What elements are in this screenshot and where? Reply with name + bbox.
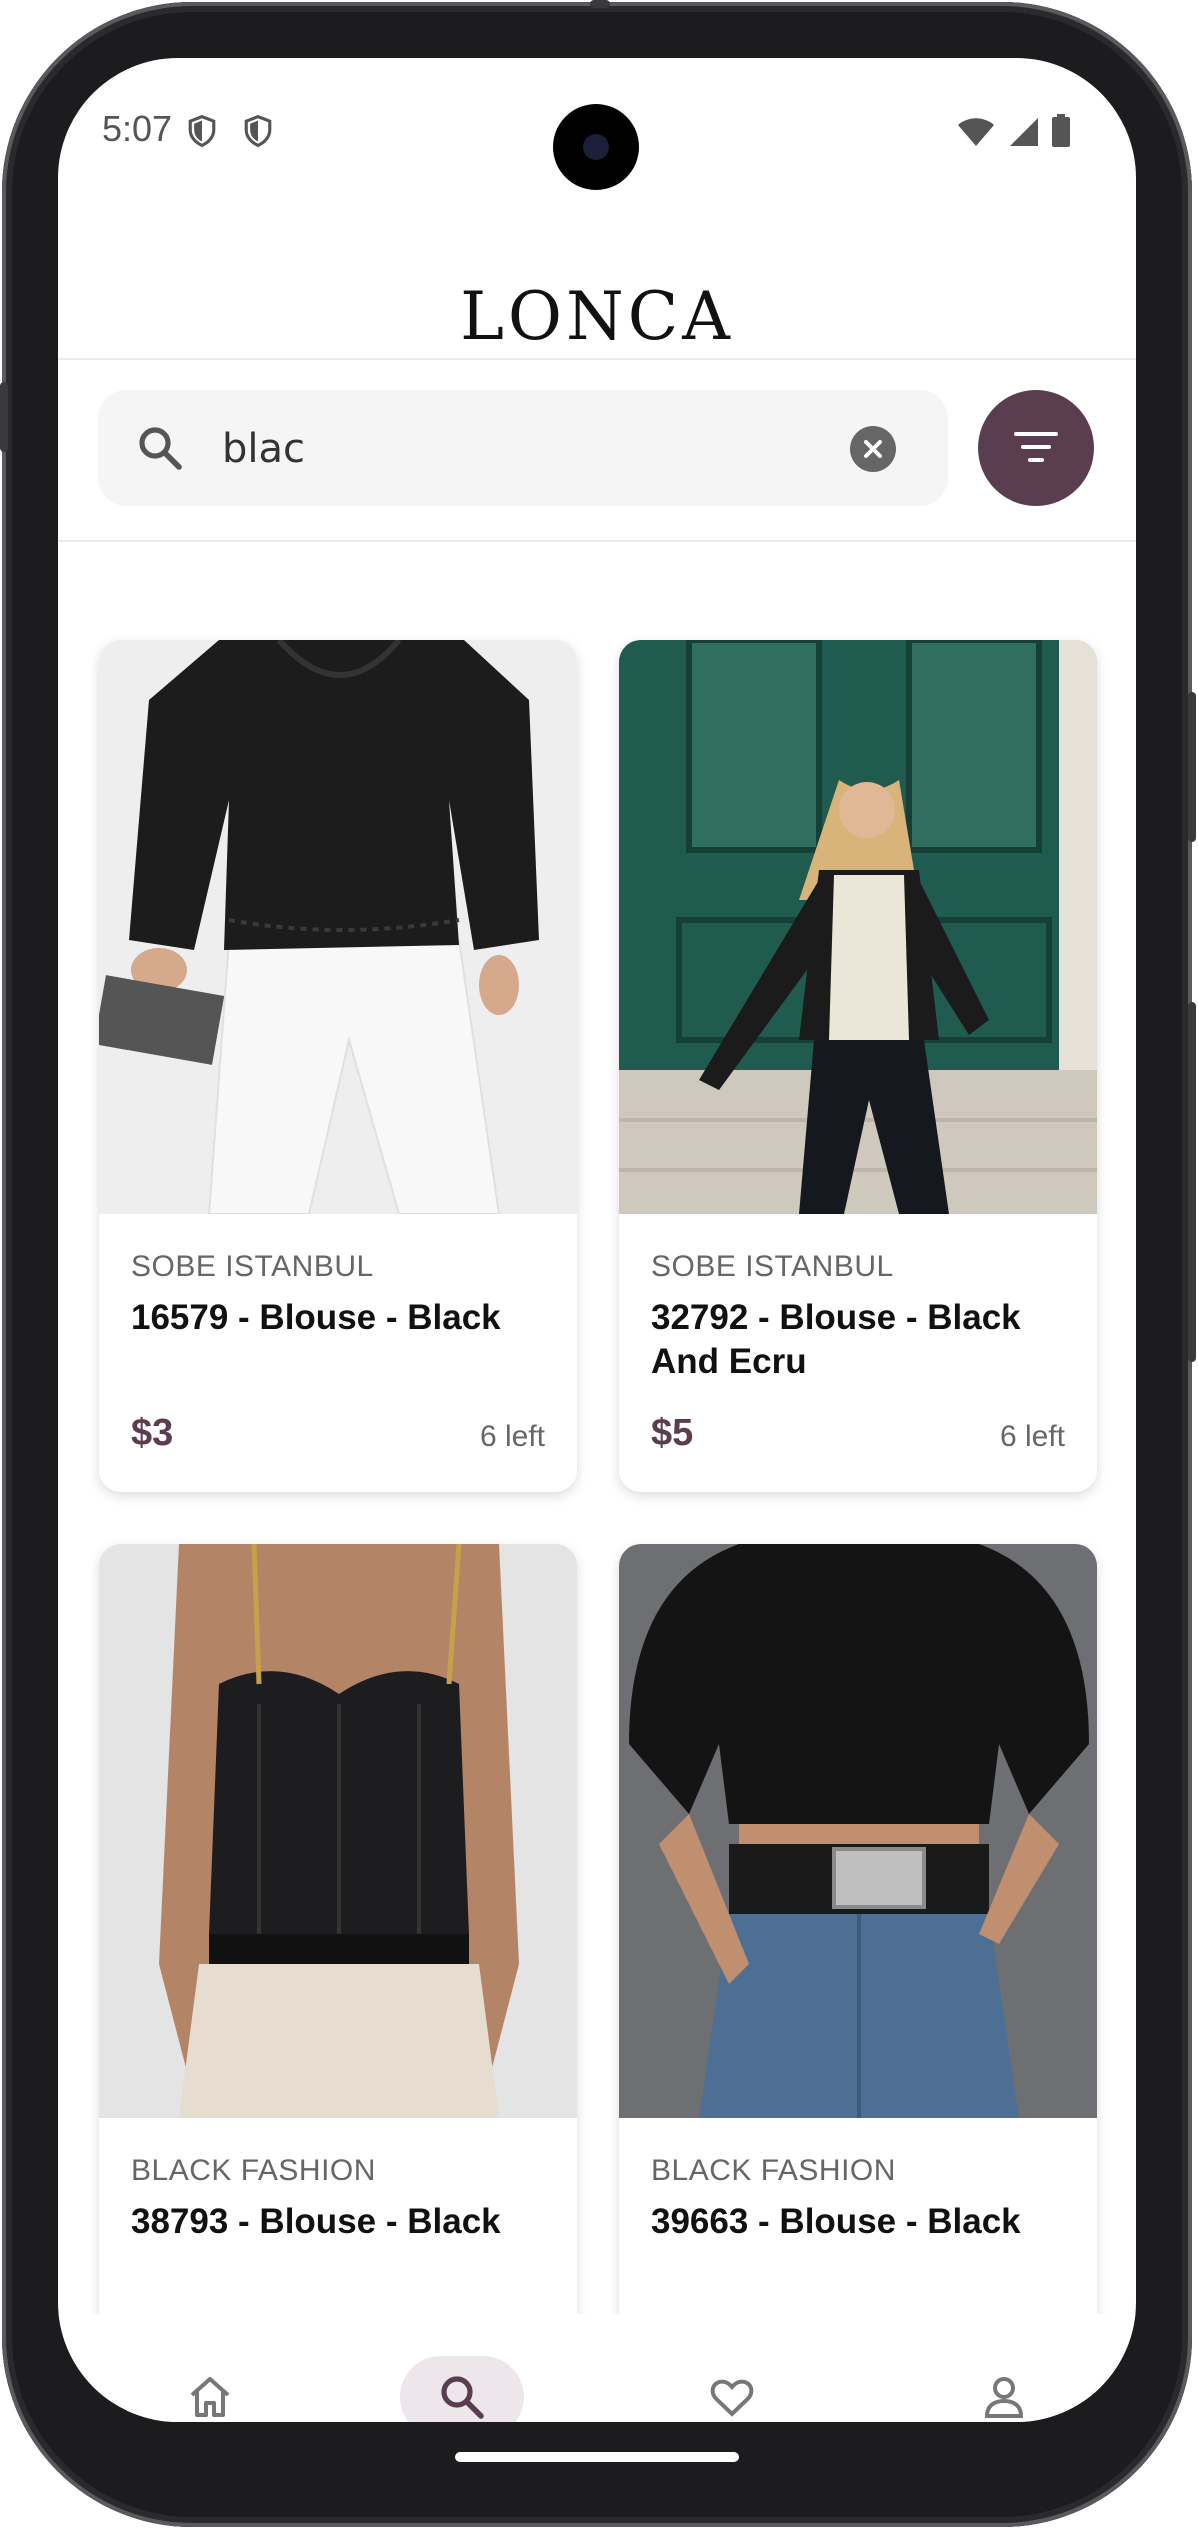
- brand-logo: LONCA: [460, 278, 734, 355]
- volume-button: [1188, 692, 1196, 842]
- product-grid: SOBE ISTANBUL 16579 - Blouse - Black $3 …: [58, 542, 1136, 2314]
- product-title: 39663 - Blouse - Black: [651, 2202, 1021, 2241]
- wifi-icon: [958, 118, 994, 146]
- shield-icon: [188, 114, 216, 148]
- profile-icon: [984, 2377, 1024, 2418]
- product-price: $3: [131, 1412, 174, 1454]
- search-bar-row: blac: [58, 360, 1136, 542]
- status-time: 5:07: [102, 108, 173, 149]
- search-query[interactable]: blac: [222, 426, 305, 472]
- product-image: [619, 1544, 1097, 2118]
- search-input[interactable]: blac: [98, 390, 948, 506]
- product-card[interactable]: SOBE ISTANBUL 16579 - Blouse - Black $3 …: [99, 640, 577, 1492]
- heart-icon: [710, 2379, 754, 2417]
- product-image: [619, 640, 1097, 1214]
- battery-icon: [1052, 114, 1070, 147]
- product-brand: SOBE ISTANBUL: [131, 1250, 374, 1283]
- status-bar: 5:07: [58, 58, 1136, 208]
- nav-profile[interactable]: [942, 2356, 1066, 2422]
- search-icon: [139, 427, 182, 470]
- bottom-navigation: [58, 2314, 1136, 2422]
- nav-home[interactable]: [148, 2356, 272, 2422]
- product-title: 32792 - Blouse - Black And Ecru: [651, 1298, 1021, 1381]
- top-button: [590, 0, 610, 8]
- left-button: [0, 382, 8, 452]
- product-title: 16579 - Blouse - Black: [131, 1298, 501, 1337]
- power-button: [1188, 1002, 1196, 1362]
- home-indicator[interactable]: [455, 2452, 739, 2462]
- product-image: [99, 640, 577, 1214]
- front-camera: [553, 104, 639, 190]
- product-stock: 6 left: [999, 1420, 1065, 1453]
- shield-icon: [244, 114, 272, 148]
- clear-search-button[interactable]: [850, 426, 896, 472]
- product-brand: BLACK FASHION: [651, 2154, 896, 2187]
- product-title: 38793 - Blouse - Black: [131, 2202, 501, 2241]
- nav-search[interactable]: [400, 2356, 524, 2422]
- product-card[interactable]: BLACK FASHION 38793 - Blouse - Black: [99, 1544, 577, 2314]
- close-icon: [864, 440, 882, 458]
- signal-icon: [1010, 118, 1038, 146]
- product-card[interactable]: BLACK FASHION 39663 - Blouse - Black: [619, 1544, 1097, 2314]
- filter-button[interactable]: [978, 390, 1094, 506]
- product-price: $5: [651, 1412, 694, 1454]
- app-screen: 5:07 LONCA blac SOBE ISTANBUL 16579 - Bl…: [58, 58, 1136, 2422]
- phone-frame: 5:07 LONCA blac SOBE ISTANBUL 16579 - Bl…: [0, 0, 1196, 2527]
- product-brand: SOBE ISTANBUL: [651, 1250, 894, 1283]
- product-brand: BLACK FASHION: [131, 2154, 376, 2187]
- nav-favorites[interactable]: [670, 2356, 794, 2422]
- filter-icon: [1014, 432, 1058, 462]
- home-icon: [190, 2377, 230, 2417]
- search-icon: [441, 2376, 484, 2419]
- app-header: LONCA: [58, 208, 1136, 360]
- system-icons: [956, 114, 1072, 148]
- product-image: [99, 1544, 577, 2118]
- product-card[interactable]: SOBE ISTANBUL 32792 - Blouse - Black And…: [619, 640, 1097, 1492]
- product-stock: 6 left: [479, 1420, 545, 1453]
- gesture-bar: [58, 2422, 1136, 2518]
